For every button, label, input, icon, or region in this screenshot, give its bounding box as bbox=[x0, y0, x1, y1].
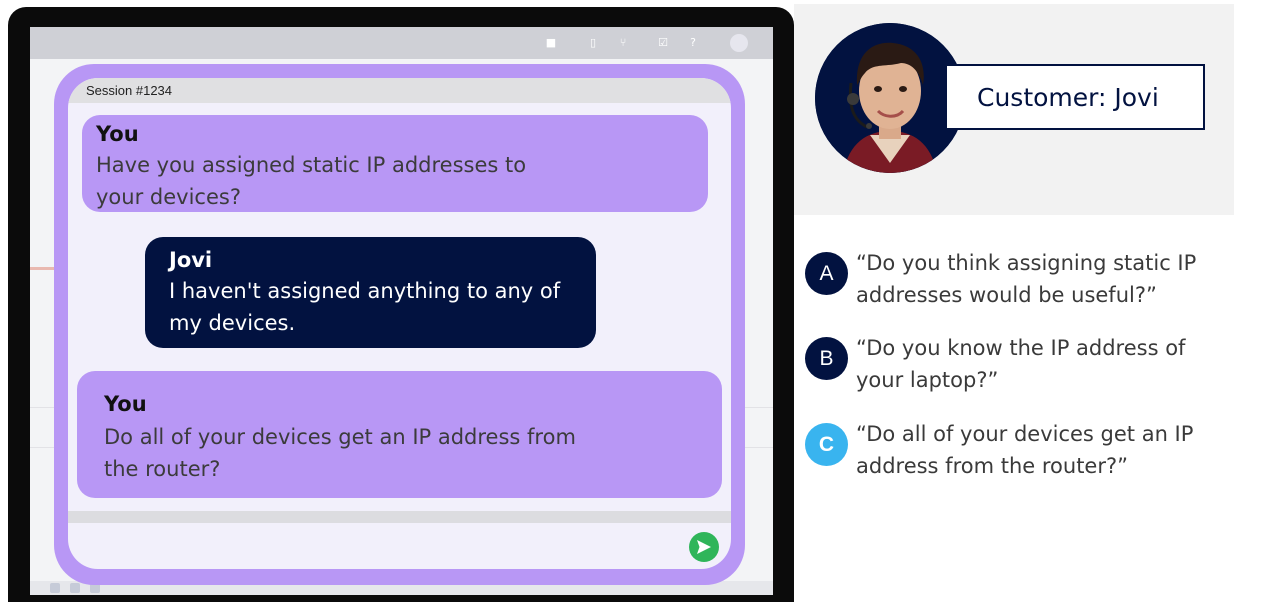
session-label: Session #1234 bbox=[86, 83, 173, 98]
chat-message-customer: Jovi I haven't assigned anything to any … bbox=[145, 237, 596, 348]
taskbar-app-icon[interactable] bbox=[70, 583, 80, 593]
response-option-b[interactable]: B “Do you know the IP address of your la… bbox=[805, 332, 1225, 398]
chat-message-you: You Do all of your devices get an IP add… bbox=[77, 371, 722, 498]
toolbar-avatar-icon[interactable] bbox=[730, 34, 748, 52]
chat-message-you: You Have you assigned static IP addresse… bbox=[82, 115, 708, 212]
option-text: “Do you know the IP address of your lapt… bbox=[856, 336, 1186, 392]
toolbar-doc-icon[interactable]: ▯ bbox=[586, 36, 600, 50]
toolbar-add-icon[interactable]: ■ bbox=[544, 36, 558, 50]
background-divider bbox=[30, 267, 56, 270]
send-icon bbox=[697, 540, 711, 554]
message-text: Do all of your devices get an IP address… bbox=[104, 425, 576, 481]
toolbar-check-icon[interactable]: ☑ bbox=[656, 36, 670, 50]
customer-name-label: Customer: Jovi bbox=[945, 64, 1205, 130]
response-option-c[interactable]: C “Do all of your devices get an IP addr… bbox=[805, 418, 1225, 484]
message-sender: Jovi bbox=[169, 248, 213, 272]
option-letter-badge-selected: C bbox=[805, 423, 848, 466]
option-text: “Do all of your devices get an IP addres… bbox=[856, 422, 1194, 478]
send-button[interactable] bbox=[689, 532, 719, 562]
message-input-divider bbox=[68, 511, 731, 523]
option-text: “Do you think assigning static IP addres… bbox=[856, 251, 1197, 307]
option-letter-badge: A bbox=[805, 252, 848, 295]
session-header: Session #1234 bbox=[68, 78, 731, 103]
message-text: Have you assigned static IP addresses to… bbox=[96, 153, 527, 209]
customer-avatar bbox=[815, 23, 965, 173]
message-sender: You bbox=[104, 392, 147, 416]
background-app-toolbar: ■ ▯ ⑂ ☑ ? bbox=[30, 27, 773, 59]
message-text: I haven't assigned anything to any of my… bbox=[169, 279, 561, 335]
taskbar-app-icon[interactable] bbox=[50, 583, 60, 593]
response-option-a[interactable]: A “Do you think assigning static IP addr… bbox=[805, 247, 1225, 313]
toolbar-help-icon[interactable]: ? bbox=[686, 36, 700, 50]
option-letter-badge: B bbox=[805, 337, 848, 380]
toolbar-merge-icon[interactable]: ⑂ bbox=[616, 36, 630, 50]
message-sender: You bbox=[96, 122, 139, 146]
customer-portrait bbox=[815, 23, 965, 173]
